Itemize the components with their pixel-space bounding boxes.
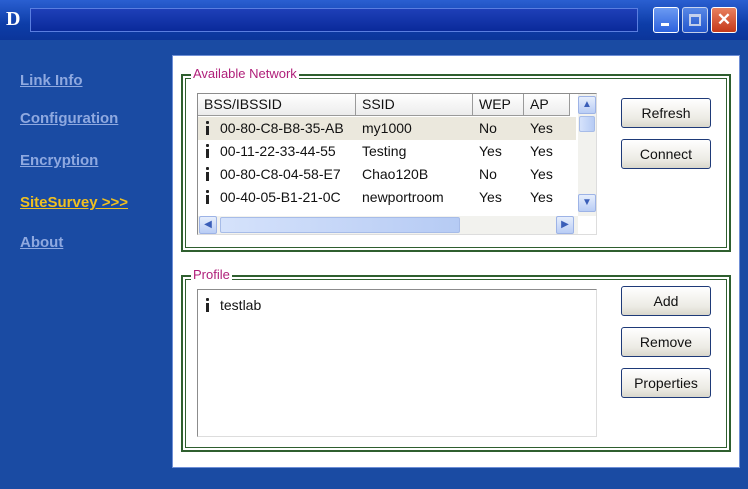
profile-icon bbox=[204, 298, 212, 312]
network-list-header: BSS/IBSSID SSID WEP AP bbox=[198, 94, 570, 116]
sidebar-item-encryption[interactable]: Encryption bbox=[20, 152, 98, 169]
maximize-button[interactable] bbox=[682, 7, 708, 33]
ap-cell: Yes bbox=[530, 166, 553, 182]
scroll-right-icon[interactable]: ▶ bbox=[556, 216, 574, 234]
ssid-cell: Testing bbox=[362, 143, 407, 159]
sidebar-item-link-info[interactable]: Link Info bbox=[20, 72, 83, 89]
add-button[interactable]: Add bbox=[621, 286, 711, 316]
network-list-hscrollbar[interactable]: ◀ ▶ bbox=[198, 216, 578, 234]
main-panel: Available Network BSS/IBSSID SSID WEP AP… bbox=[172, 55, 740, 468]
network-icon bbox=[204, 121, 212, 135]
refresh-button[interactable]: Refresh bbox=[621, 98, 711, 128]
ap-cell: Yes bbox=[530, 120, 553, 136]
network-list[interactable]: BSS/IBSSID SSID WEP AP 00-80-C8-B8-35-AB… bbox=[197, 93, 597, 235]
hscroll-thumb[interactable] bbox=[220, 217, 460, 233]
network-icon bbox=[204, 144, 212, 158]
column-ssid[interactable]: SSID bbox=[356, 94, 473, 116]
column-wep[interactable]: WEP bbox=[473, 94, 524, 116]
ssid-cell: Chao120B bbox=[362, 166, 429, 182]
minimize-button[interactable] bbox=[653, 7, 679, 33]
profile-title: Profile bbox=[191, 267, 232, 282]
wep-cell: Yes bbox=[479, 189, 502, 205]
list-item[interactable]: testlab bbox=[198, 294, 578, 317]
minimize-icon bbox=[661, 23, 669, 26]
profile-group: Profile testlab Add Remove Properties bbox=[181, 267, 731, 452]
profile-name: testlab bbox=[220, 297, 262, 313]
sidebar-item-sitesurvey[interactable]: SiteSurvey >>> bbox=[20, 194, 128, 211]
ap-cell: Yes bbox=[530, 143, 553, 159]
sidebar-item-about[interactable]: About bbox=[20, 234, 63, 251]
app-logo: D bbox=[6, 8, 21, 30]
network-icon bbox=[204, 190, 212, 204]
bssid-cell: 00-11-22-33-44-55 bbox=[220, 143, 336, 159]
sidebar-item-configuration[interactable]: Configuration bbox=[20, 110, 118, 127]
window-title bbox=[30, 8, 638, 32]
connect-button[interactable]: Connect bbox=[621, 139, 711, 169]
close-icon: ✕ bbox=[716, 10, 732, 29]
ssid-cell: my1000 bbox=[362, 120, 412, 136]
ssid-cell: newportroom bbox=[362, 189, 444, 205]
available-network-title: Available Network bbox=[191, 66, 299, 81]
column-ap[interactable]: AP bbox=[524, 94, 570, 116]
table-row[interactable]: 00-80-C8-B8-35-AB my1000 No Yes bbox=[198, 117, 576, 140]
wep-cell: Yes bbox=[479, 143, 502, 159]
bssid-cell: 00-80-C8-04-58-E7 bbox=[220, 166, 341, 182]
bssid-cell: 00-80-C8-B8-35-AB bbox=[220, 120, 344, 136]
table-row[interactable]: 00-40-05-B1-21-0C newportroom Yes Yes bbox=[198, 186, 576, 206]
scroll-left-icon[interactable]: ◀ bbox=[199, 216, 217, 234]
vscroll-thumb[interactable] bbox=[579, 116, 595, 132]
wep-cell: No bbox=[479, 166, 497, 182]
scroll-up-icon[interactable]: ▲ bbox=[578, 96, 596, 114]
network-icon bbox=[204, 167, 212, 181]
table-row[interactable]: 00-80-C8-04-58-E7 Chao120B No Yes bbox=[198, 163, 576, 186]
profile-list[interactable]: testlab bbox=[197, 289, 597, 437]
column-bssid[interactable]: BSS/IBSSID bbox=[198, 94, 356, 116]
wep-cell: No bbox=[479, 120, 497, 136]
available-network-group: Available Network BSS/IBSSID SSID WEP AP… bbox=[181, 66, 731, 252]
maximize-icon bbox=[689, 14, 701, 26]
properties-button[interactable]: Properties bbox=[621, 368, 711, 398]
table-row[interactable]: 00-11-22-33-44-55 Testing Yes Yes bbox=[198, 140, 576, 163]
title-bar[interactable]: D ✕ bbox=[0, 0, 748, 40]
bssid-cell: 00-40-05-B1-21-0C bbox=[220, 189, 341, 205]
scroll-down-icon[interactable]: ▼ bbox=[578, 194, 596, 212]
close-button[interactable]: ✕ bbox=[711, 7, 737, 33]
network-list-vscrollbar[interactable]: ▲ ▼ bbox=[578, 94, 596, 216]
remove-button[interactable]: Remove bbox=[621, 327, 711, 357]
ap-cell: Yes bbox=[530, 189, 553, 205]
